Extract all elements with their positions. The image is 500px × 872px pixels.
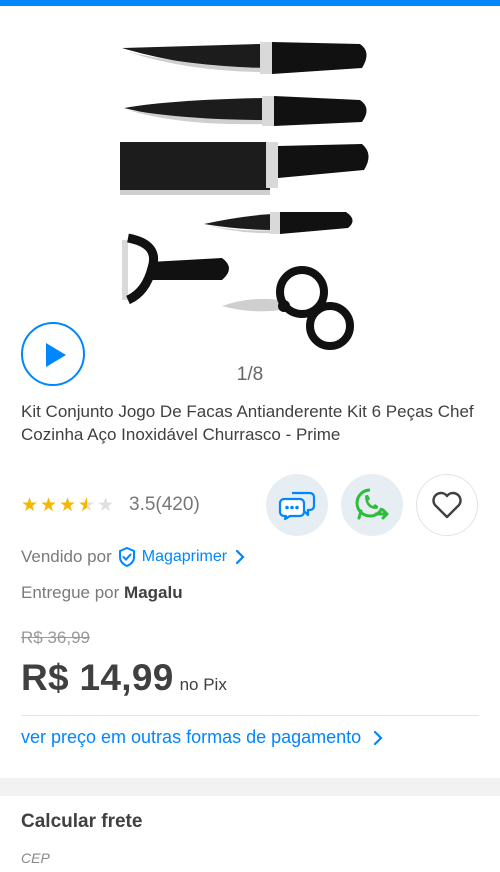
shield-check-icon bbox=[118, 547, 135, 567]
other-payments-label: ver preço em outras formas de pagamento bbox=[21, 727, 362, 747]
star-full-icon: ★ bbox=[21, 494, 39, 516]
old-price: R$ 36,99 bbox=[21, 628, 90, 647]
star-full-icon: ★ bbox=[40, 494, 58, 516]
seller-name-link[interactable]: Magaprimer bbox=[142, 548, 227, 566]
scissors bbox=[222, 266, 354, 350]
chat-bubbles-icon bbox=[278, 491, 316, 520]
seller-label: Vendido por bbox=[21, 547, 112, 566]
product-title: Kit Conjunto Jogo De Facas Antianderente… bbox=[21, 402, 474, 444]
price-row: R$ 14,99 no Pix bbox=[21, 657, 227, 699]
freight-title: Calcular frete bbox=[21, 811, 143, 832]
knife-1 bbox=[122, 42, 367, 74]
chevron-right-icon bbox=[374, 730, 383, 745]
chevron-right-icon bbox=[236, 549, 245, 565]
whatsapp-share-icon bbox=[355, 488, 389, 520]
rating-stars: ★ ★ ★ ★ ★ bbox=[21, 496, 115, 515]
rating-text: 3.5(420) bbox=[129, 494, 200, 515]
section-separator bbox=[0, 778, 500, 796]
rating[interactable]: ★ ★ ★ ★ ★ 3.5(420) bbox=[21, 488, 200, 522]
delivery-info: Entregue por Magalu bbox=[21, 583, 183, 603]
favorite-button[interactable] bbox=[416, 474, 478, 536]
price-suffix: no Pix bbox=[179, 675, 227, 694]
other-payments-link[interactable]: ver preço em outras formas de pagamento bbox=[21, 727, 383, 748]
star-empty-icon: ★ bbox=[97, 494, 115, 516]
seller-info[interactable]: Vendido por Magaprimer bbox=[21, 547, 245, 567]
delivery-label: Entregue por bbox=[21, 583, 120, 602]
star-half-icon: ★ bbox=[78, 496, 96, 515]
image-pager: 1/8 bbox=[236, 364, 264, 385]
whatsapp-share-button[interactable] bbox=[341, 474, 403, 536]
current-price: R$ 14,99 bbox=[21, 657, 174, 698]
delivery-name: Magalu bbox=[124, 583, 183, 602]
knife-4 bbox=[204, 212, 353, 234]
heart-icon bbox=[432, 491, 462, 519]
knife-3 bbox=[120, 142, 369, 195]
star-full-icon: ★ bbox=[59, 494, 77, 516]
cep-input[interactable] bbox=[21, 846, 321, 870]
divider bbox=[21, 715, 479, 716]
knife-2 bbox=[124, 96, 367, 126]
product-image[interactable] bbox=[110, 30, 380, 355]
product-gallery[interactable]: 1/8 bbox=[0, 6, 500, 391]
peeler bbox=[122, 233, 229, 305]
chat-button[interactable] bbox=[266, 474, 328, 536]
